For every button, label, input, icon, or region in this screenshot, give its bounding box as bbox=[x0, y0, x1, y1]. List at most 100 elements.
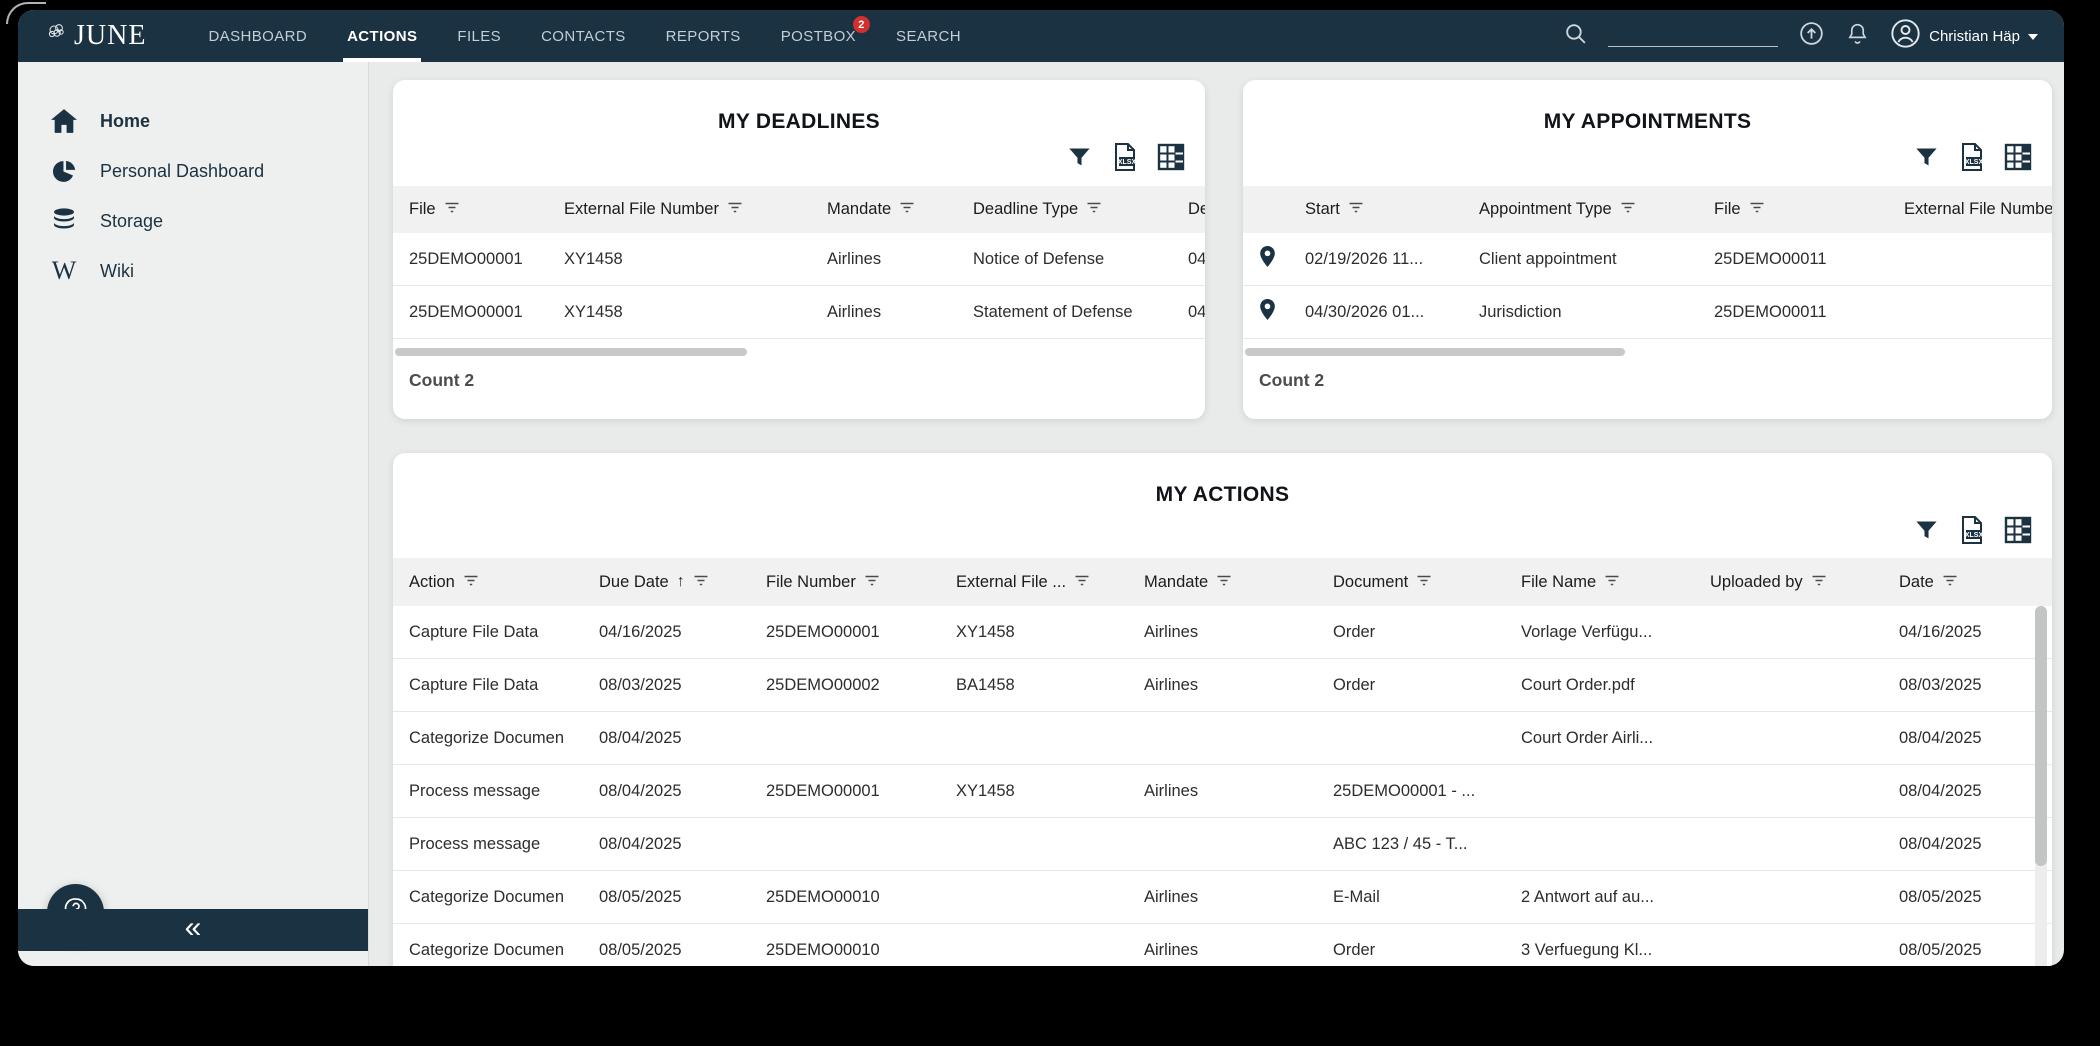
column-header[interactable]: External File ... bbox=[940, 573, 1128, 592]
table-row[interactable]: 25DEMO00001XY1458AirlinesStatement of De… bbox=[393, 286, 1205, 339]
column-header[interactable]: Uploaded by bbox=[1694, 573, 1883, 592]
vertical-scrollbar-thumb[interactable] bbox=[2035, 606, 2047, 866]
nav-item-files[interactable]: FILES bbox=[457, 10, 501, 62]
column-header[interactable]: Date bbox=[1883, 573, 2035, 592]
table-row[interactable]: Capture File Data04/16/202525DEMO00001XY… bbox=[393, 606, 2052, 659]
app-window: JUNE DASHBOARD ACTIONS FILES CONTACTS RE… bbox=[18, 10, 2064, 966]
table-row[interactable]: Process message08/04/2025ABC 123 / 45 - … bbox=[393, 818, 2052, 871]
table-cell: Order bbox=[1317, 941, 1505, 960]
column-filter-icon[interactable] bbox=[1620, 200, 1636, 219]
column-header[interactable]: Mandate bbox=[1128, 573, 1317, 592]
column-header[interactable]: File bbox=[1698, 200, 1888, 219]
column-header[interactable]: Appointment Type bbox=[1463, 200, 1698, 219]
table-row[interactable]: Categorize Documen08/05/202525DEMO00010A… bbox=[393, 871, 2052, 924]
sort-ascending-icon[interactable]: ↑ bbox=[677, 573, 685, 591]
table-cell: Airlines bbox=[1128, 782, 1317, 801]
nav-item-search[interactable]: SEARCH bbox=[896, 10, 961, 62]
upload-cloud-icon[interactable] bbox=[1798, 20, 1825, 52]
column-filter-icon[interactable] bbox=[1749, 200, 1765, 219]
filter-icon[interactable] bbox=[1066, 144, 1093, 171]
column-filter-icon[interactable] bbox=[1216, 573, 1232, 592]
table-cell: Client appointment bbox=[1463, 250, 1698, 269]
table-cell: 25DEMO00001 - ... bbox=[1317, 782, 1505, 801]
table-row[interactable]: Capture File Data08/03/202525DEMO00002BA… bbox=[393, 659, 2052, 712]
card-toolbar: XLSX bbox=[1066, 142, 1185, 172]
export-xlsx-icon[interactable]: XLSX bbox=[1958, 515, 1986, 545]
sidebar-item-wiki[interactable]: W Wiki bbox=[18, 246, 368, 296]
column-header-label: Appointment Type bbox=[1479, 200, 1612, 219]
column-header[interactable]: File bbox=[393, 200, 548, 219]
column-filter-icon[interactable] bbox=[693, 573, 709, 592]
table-cell: 04/16/2025 bbox=[583, 623, 750, 642]
horizontal-scrollbar[interactable] bbox=[395, 348, 747, 356]
export-xlsx-icon[interactable]: XLSX bbox=[1111, 142, 1139, 172]
table-row[interactable]: 25DEMO00001XY1458AirlinesNotice of Defen… bbox=[393, 233, 1205, 286]
column-header[interactable]: Action bbox=[393, 573, 583, 592]
column-header[interactable]: Document bbox=[1317, 573, 1505, 592]
search-icon[interactable] bbox=[1563, 21, 1588, 51]
column-filter-icon[interactable] bbox=[1348, 200, 1364, 219]
table-row[interactable]: Process message08/04/202525DEMO00001XY14… bbox=[393, 765, 2052, 818]
nav-item-postbox[interactable]: POSTBOX 2 bbox=[781, 10, 856, 62]
column-header[interactable]: External File Number bbox=[548, 200, 811, 219]
filter-icon[interactable] bbox=[1913, 144, 1940, 171]
sidebar-item-storage[interactable]: Storage bbox=[18, 196, 368, 246]
column-filter-icon[interactable] bbox=[899, 200, 915, 219]
nav-item-reports[interactable]: REPORTS bbox=[666, 10, 741, 62]
column-header[interactable]: Start bbox=[1289, 200, 1463, 219]
column-header-label: De bbox=[1188, 200, 1205, 219]
column-header[interactable]: File Name bbox=[1505, 573, 1694, 592]
table-cell: Airlines bbox=[811, 250, 957, 269]
sidebar-item-label: Wiki bbox=[100, 261, 134, 282]
horizontal-scrollbar[interactable] bbox=[1245, 348, 1625, 356]
column-header[interactable]: Mandate bbox=[811, 200, 957, 219]
column-filter-icon[interactable] bbox=[1416, 573, 1432, 592]
table-cell: Process message bbox=[393, 782, 583, 801]
nav-item-contacts[interactable]: CONTACTS bbox=[541, 10, 626, 62]
column-header[interactable]: File Number bbox=[750, 573, 940, 592]
table-cell: 08/05/2025 bbox=[1883, 888, 2035, 907]
table-row[interactable]: Categorize Documen08/05/202525DEMO00010A… bbox=[393, 924, 2052, 966]
filter-icon[interactable] bbox=[1913, 517, 1940, 544]
column-chooser-icon[interactable] bbox=[2004, 516, 2032, 544]
nav-item-actions[interactable]: ACTIONS bbox=[347, 10, 417, 62]
column-header[interactable]: External File Number bbox=[1888, 200, 2052, 219]
my-actions-card: MY ACTIONS XLSX ActionDue Date↑File Numb… bbox=[393, 453, 2052, 966]
sidebar-item-home[interactable]: Home bbox=[18, 96, 368, 146]
table-row[interactable]: 02/19/2026 11...Client appointment25DEMO… bbox=[1243, 233, 2052, 286]
column-filter-icon[interactable] bbox=[1086, 200, 1102, 219]
table-cell: 02/19/2026 11... bbox=[1289, 250, 1463, 269]
column-filter-icon[interactable] bbox=[1604, 573, 1620, 592]
card-toolbar: XLSX bbox=[1913, 515, 2032, 545]
sidebar-item-personal-dashboard[interactable]: Personal Dashboard bbox=[18, 146, 368, 196]
sidebar-collapse-button[interactable]: « bbox=[18, 909, 368, 951]
column-chooser-icon[interactable] bbox=[2004, 143, 2032, 171]
top-navbar: JUNE DASHBOARD ACTIONS FILES CONTACTS RE… bbox=[18, 10, 2064, 62]
export-xlsx-icon[interactable]: XLSX bbox=[1958, 142, 1986, 172]
user-menu[interactable]: Christian Häp bbox=[1890, 18, 2038, 54]
table-cell: 08/05/2025 bbox=[1883, 941, 2035, 960]
column-filter-icon[interactable] bbox=[1811, 573, 1827, 592]
table-header-row: Start Appointment Type FileExternal File N… bbox=[1243, 186, 2052, 233]
table-cell: Statement of Defense bbox=[957, 303, 1172, 322]
app-logo[interactable]: JUNE bbox=[44, 21, 146, 52]
table-cell: 25DEMO00011 bbox=[1698, 303, 1888, 322]
column-header[interactable]: De bbox=[1172, 200, 1205, 219]
table-row[interactable]: 04/30/2026 01...Jurisdiction25DEMO00011 bbox=[1243, 286, 2052, 339]
column-filter-icon[interactable] bbox=[463, 573, 479, 592]
table-row[interactable]: Categorize Documen08/04/2025Court Order … bbox=[393, 712, 2052, 765]
column-chooser-icon[interactable] bbox=[1157, 143, 1185, 171]
table-cell: 08/03/2025 bbox=[1883, 676, 2035, 695]
column-header[interactable]: Due Date↑ bbox=[583, 573, 750, 592]
nav-item-dashboard[interactable]: DASHBOARD bbox=[208, 10, 307, 62]
app-logo-text: JUNE bbox=[74, 22, 146, 50]
column-filter-icon[interactable] bbox=[864, 573, 880, 592]
column-header[interactable]: Deadline Type bbox=[957, 200, 1172, 219]
column-filter-icon[interactable] bbox=[1942, 573, 1958, 592]
global-search-input[interactable] bbox=[1608, 25, 1778, 47]
column-filter-icon[interactable] bbox=[444, 200, 460, 219]
notifications-bell-icon[interactable] bbox=[1845, 21, 1870, 51]
column-filter-icon[interactable] bbox=[727, 200, 743, 219]
table-cell: ABC 123 / 45 - T... bbox=[1317, 835, 1505, 854]
column-filter-icon[interactable] bbox=[1074, 573, 1090, 592]
